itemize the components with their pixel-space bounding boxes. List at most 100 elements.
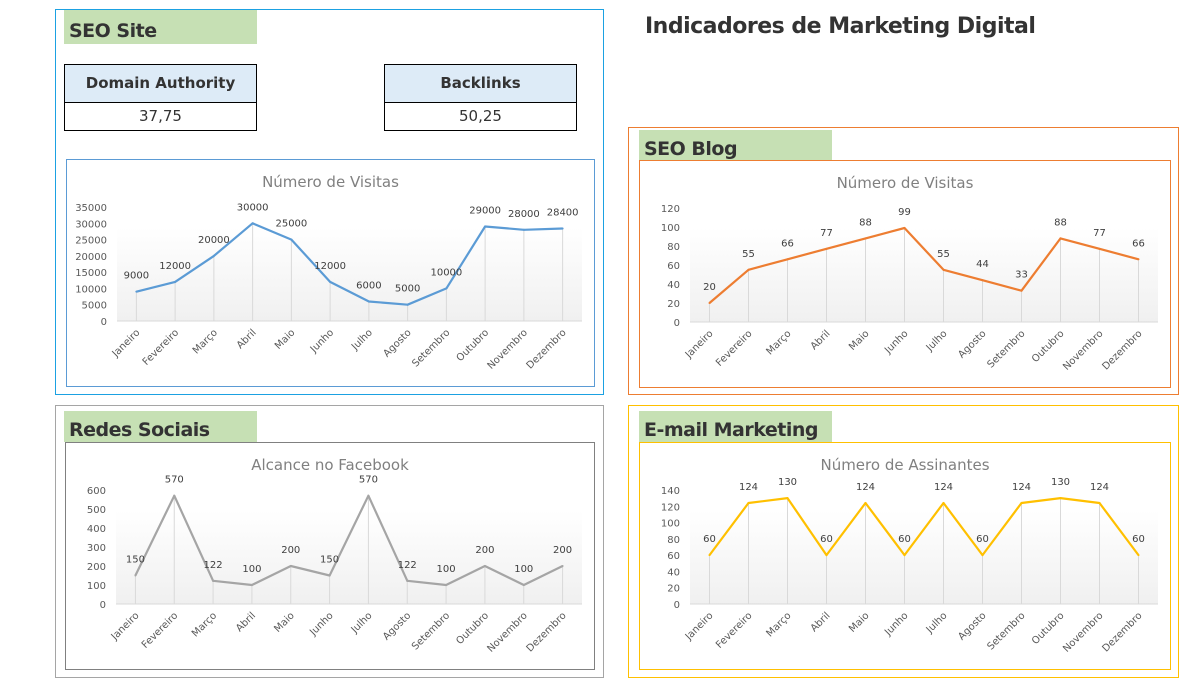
y-tick-label: 15000	[75, 268, 107, 279]
data-point	[367, 300, 370, 303]
plot-area	[116, 510, 582, 604]
data-point	[522, 584, 525, 586]
data-point	[825, 554, 828, 557]
y-tick-label: 10000	[75, 284, 107, 295]
chart-title: Alcance no Facebook	[251, 456, 409, 474]
chart-svg: Alcance no Facebook 0 100 200 300 400 500 600 15…	[87, 456, 582, 655]
data-label: 122	[204, 560, 223, 571]
data-point	[174, 280, 177, 283]
plot-area	[690, 228, 1158, 322]
x-tick-label: Dezembro	[525, 327, 569, 371]
data-point	[522, 228, 525, 231]
data-label: 12000	[159, 261, 191, 272]
data-point	[825, 247, 828, 250]
x-tick-label: Abril	[235, 327, 259, 351]
x-tick-label: Fevereiro	[141, 327, 181, 367]
y-tick-label: 120	[661, 502, 680, 513]
data-point	[483, 565, 486, 567]
x-tick-label: Abril	[809, 610, 833, 634]
data-point	[561, 227, 564, 230]
chart-seo-blog-visits: Número de Visitas 0 20 40 60 80 100 120 20 55 66 77…	[639, 160, 1171, 388]
data-point	[903, 226, 906, 229]
data-point	[747, 502, 750, 505]
x-tick-label: Janeiro	[109, 610, 142, 643]
section-seo-blog: SEO Blog Número de Visitas 0 20 40 60 80 100 12…	[628, 127, 1179, 395]
y-tick-label: 0	[674, 600, 680, 611]
data-label: 20000	[198, 235, 230, 246]
section-label-seo-blog: SEO Blog	[639, 130, 832, 161]
y-tick-label: 0	[101, 317, 107, 328]
data-point	[708, 302, 711, 304]
data-label: 200	[281, 545, 300, 556]
data-point	[1020, 289, 1023, 292]
chart-facebook-reach: Alcance no Facebook 0 100 200 300 400 500 600 15…	[65, 442, 595, 670]
data-point	[250, 584, 253, 586]
data-point	[942, 268, 945, 271]
data-point	[406, 579, 409, 582]
chart-svg: Número de Visitas 0 5000 10000 15000 20000 250…	[75, 173, 582, 372]
x-tick-label: Outubro	[455, 327, 492, 364]
x-tick-label: Setembro	[985, 328, 1027, 370]
data-point	[747, 268, 750, 271]
x-tick-label: Dezembro	[1101, 328, 1145, 372]
data-point	[981, 279, 984, 282]
section-label-email-marketing: E-mail Marketing	[639, 411, 832, 442]
kpi-label: Domain Authority	[65, 65, 256, 103]
section-email-marketing: E-mail Marketing Número de Assinantes 0 20…	[628, 405, 1179, 678]
data-point	[212, 579, 215, 582]
chart-svg: Número de Visitas 0 20 40 60 80 100 120 20 55 66 77…	[661, 174, 1158, 373]
y-tick-label: 40	[667, 280, 680, 291]
data-point	[1137, 554, 1140, 557]
data-label: 570	[165, 475, 184, 486]
data-point	[173, 494, 176, 497]
data-point	[328, 574, 331, 577]
y-tick-label: 25000	[75, 236, 107, 247]
x-tick-label: Dezembro	[1101, 610, 1145, 654]
data-label: 66	[781, 238, 794, 249]
x-tick-label: Março	[190, 610, 219, 639]
x-tick-label: Novembro	[1061, 610, 1105, 654]
chart-email-subscribers: Número de Assinantes 0 20 40 60 80 100 120 140 60…	[639, 442, 1171, 670]
data-point	[864, 502, 867, 505]
x-tick-label: Fevereiro	[714, 610, 754, 650]
x-tick-label: Setembro	[410, 327, 452, 369]
y-tick-label: 140	[661, 486, 680, 497]
chart-title: Número de Assinantes	[820, 456, 989, 474]
x-tick-label: Setembro	[985, 610, 1027, 652]
x-tick-label: Novembro	[486, 327, 530, 371]
kpi-label: Backlinks	[385, 65, 576, 103]
x-tick-label: Maio	[272, 610, 297, 635]
data-label: 130	[1051, 477, 1070, 488]
data-point	[445, 584, 448, 586]
x-tick-label: Março	[191, 327, 220, 356]
x-tick-label: Junho	[307, 610, 335, 638]
data-point	[406, 303, 409, 306]
y-tick-label: 20000	[75, 252, 107, 263]
data-label: 60	[1132, 534, 1145, 545]
dashboard: Indicadores de Marketing Digital SEO Sit…	[0, 0, 1185, 682]
y-tick-label: 60	[667, 261, 680, 272]
y-tick-label: 0	[674, 318, 680, 329]
data-label: 28400	[547, 207, 579, 218]
data-label: 12000	[314, 261, 346, 272]
data-point	[864, 237, 867, 240]
section-seo-site: SEO Site Domain Authority 37,75 Backlink…	[55, 9, 604, 395]
data-label: 150	[320, 555, 339, 566]
data-label: 28000	[508, 209, 540, 220]
x-tick-label: Abril	[809, 328, 833, 352]
data-label: 5000	[395, 284, 420, 295]
data-point	[1098, 502, 1101, 505]
data-label: 124	[934, 482, 953, 493]
x-tick-label: Novembro	[1061, 328, 1105, 372]
data-label: 60	[976, 534, 989, 545]
x-tick-label: Novembro	[485, 610, 529, 654]
x-tick-label: Fevereiro	[140, 610, 180, 650]
data-label: 66	[1132, 238, 1145, 249]
y-tick-label: 500	[87, 505, 106, 516]
kpi-value: 37,75	[139, 107, 182, 125]
data-point	[561, 565, 564, 567]
y-tick-label: 100	[661, 223, 680, 234]
data-label: 100	[242, 564, 261, 575]
data-point	[981, 554, 984, 557]
section-label-redes-sociais: Redes Sociais	[64, 411, 257, 442]
